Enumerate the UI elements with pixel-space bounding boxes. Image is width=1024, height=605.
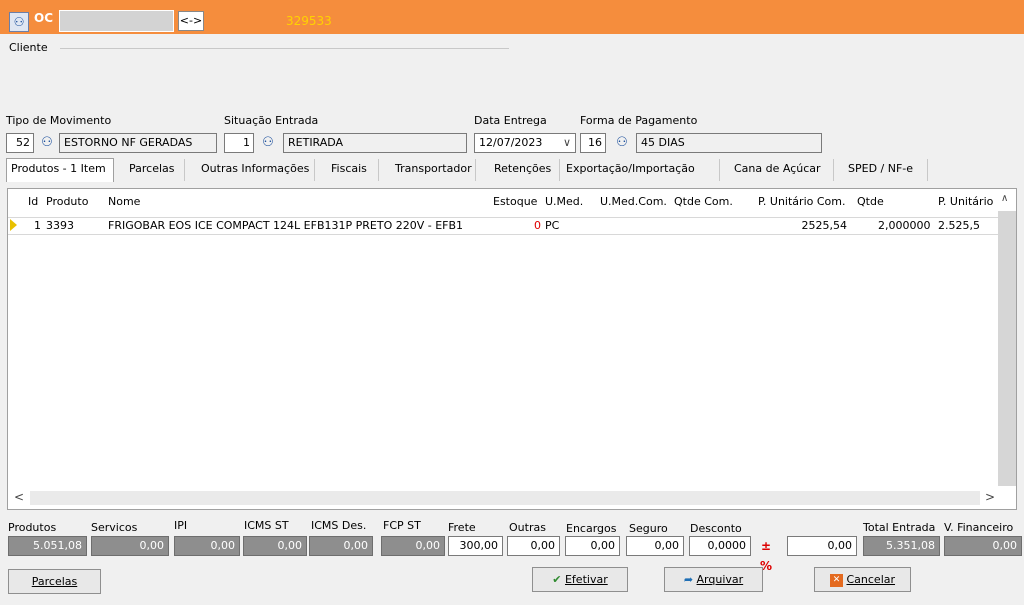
tab-exportacao-importacao[interactable]: Exportação/Importação [562, 159, 720, 181]
efetivar-button[interactable]: ✔ Efetivar [532, 567, 628, 592]
frete-input[interactable]: 300,00 [448, 536, 503, 556]
cancel-icon: ✕ [829, 573, 843, 587]
percent-toggle-icon[interactable]: ±% [756, 536, 776, 573]
situacao-search-icon[interactable]: ⚇ [259, 134, 277, 152]
tab-sped-nfe[interactable]: SPED / NF-e [844, 159, 928, 181]
tab-transportador[interactable]: Transportador [391, 159, 476, 181]
situacao-entrada-label: Situação Entrada [224, 114, 319, 127]
fcp-st-value: 0,00 [381, 536, 445, 556]
outras-label: Outras [509, 521, 546, 534]
col-produto[interactable]: Produto [46, 195, 88, 208]
col-qtde[interactable]: Qtde [857, 195, 884, 208]
parcelas-button[interactable]: Parcelas [8, 569, 101, 594]
v-financeiro-value: 0,00 [944, 536, 1022, 556]
icms-st-value: 0,00 [243, 536, 307, 556]
scroll-left-icon[interactable]: < [14, 490, 24, 504]
seguro-label: Seguro [629, 522, 668, 535]
cell-id: 1 [34, 219, 41, 232]
desconto-valor-input[interactable]: 0,00 [787, 536, 857, 556]
tab-fiscais[interactable]: Fiscais [327, 159, 379, 181]
cell-p-unitario: 2.525,5 [938, 219, 980, 232]
col-estoque[interactable]: Estoque [493, 195, 537, 208]
forma-pagamento-label: Forma de Pagamento [580, 114, 698, 127]
data-entrega-label: Data Entrega [474, 114, 547, 127]
products-table[interactable]: Id Produto Nome Estoque U.Med. U.Med.Com… [7, 188, 1017, 510]
total-entrada-value: 5.351,08 [863, 536, 940, 556]
ipi-label: IPI [174, 519, 188, 532]
total-entrada-label: Total Entrada [863, 521, 936, 534]
cancelar-button[interactable]: ✕ Cancelar [814, 567, 911, 592]
servicos-value: 0,00 [91, 536, 169, 556]
horizontal-scrollbar[interactable] [30, 491, 980, 505]
scroll-right-icon[interactable]: > [985, 490, 995, 504]
tipo-movimento-desc: ESTORNO NF GERADAS [59, 133, 217, 153]
archive-icon: ➦ [683, 573, 694, 586]
tab-outras-informacoes[interactable]: Outras Informações [197, 159, 315, 181]
cell-estoque: 0 [534, 219, 541, 232]
cell-umed: PC [545, 219, 560, 232]
servicos-label: Servicos [91, 521, 138, 534]
col-p-unitario-com[interactable]: P. Unitário Com. [758, 195, 845, 208]
frete-label: Frete [448, 521, 476, 534]
tab-parcelas[interactable]: Parcelas [125, 159, 185, 181]
icms-des-label: ICMS Des. [311, 519, 367, 532]
window-title: OC [34, 11, 54, 25]
v-financeiro-label: V. Financeiro [944, 521, 1014, 534]
cell-p-unitario-com: 2525,54 [801, 219, 848, 232]
order-input[interactable] [59, 10, 174, 32]
cell-qtde: 2,000000 [878, 219, 931, 232]
pagamento-search-icon[interactable]: ⚇ [613, 134, 631, 152]
fcp-st-label: FCP ST [383, 519, 421, 532]
binoculars-icon: ⚇ [13, 15, 25, 29]
row-pointer-icon [10, 219, 17, 231]
tab-cana-de-acucar[interactable]: Cana de Açúcar [730, 159, 834, 181]
col-p-unitario[interactable]: P. Unitário [938, 195, 993, 208]
chevron-down-icon[interactable]: ∨ [563, 134, 571, 152]
outras-input[interactable]: 0,00 [507, 536, 560, 556]
produtos-label: Produtos [8, 521, 57, 534]
cell-produto: 3393 [46, 219, 74, 232]
encargos-input[interactable]: 0,00 [565, 536, 620, 556]
desconto-label: Desconto [690, 522, 742, 535]
col-umed-com[interactable]: U.Med.Com. [600, 195, 667, 208]
arquivar-button[interactable]: ➦ Arquivar [664, 567, 763, 592]
icms-st-label: ICMS ST [244, 519, 289, 532]
forma-pagamento-desc: 45 DIAS [636, 133, 822, 153]
search-button[interactable]: ⚇ [9, 12, 29, 32]
cliente-divider [60, 48, 509, 49]
toggle-button[interactable]: <-> [178, 11, 204, 31]
tipo-movimento-label: Tipo de Movimento [6, 114, 112, 127]
tab-produtos[interactable]: Produtos - 1 Item [6, 158, 114, 182]
order-code: 329533 [286, 14, 332, 28]
data-entrega-value: 12/07/2023 [479, 136, 543, 149]
col-nome[interactable]: Nome [108, 195, 140, 208]
encargos-label: Encargos [566, 522, 617, 535]
tab-retencoes[interactable]: Retenções [490, 159, 560, 181]
checkmark-icon: ✔ [552, 573, 562, 586]
produtos-value: 5.051,08 [8, 536, 87, 556]
situacao-entrada-code[interactable]: 1 [224, 133, 254, 153]
forma-pagamento-code[interactable]: 16 [580, 133, 606, 153]
col-umed[interactable]: U.Med. [545, 195, 583, 208]
scroll-up-icon[interactable]: ∧ [1001, 193, 1008, 204]
col-qtde-com[interactable]: Qtde Com. [674, 195, 733, 208]
desconto-percent-input[interactable]: 0,0000 [689, 536, 751, 556]
cliente-label: Cliente [9, 41, 48, 54]
situacao-entrada-desc: RETIRADA [283, 133, 467, 153]
tipo-movimento-search-icon[interactable]: ⚇ [38, 134, 56, 152]
ipi-value: 0,00 [174, 536, 240, 556]
col-id[interactable]: Id [28, 195, 38, 208]
vertical-scrollbar[interactable] [998, 211, 1016, 486]
icms-des-value: 0,00 [309, 536, 373, 556]
tipo-movimento-code[interactable]: 52 [6, 133, 34, 153]
cell-nome: FRIGOBAR EOS ICE COMPACT 124L EFB131P PR… [108, 219, 464, 232]
data-entrega-input[interactable]: 12/07/2023 ∨ [474, 133, 576, 153]
seguro-input[interactable]: 0,00 [626, 536, 684, 556]
